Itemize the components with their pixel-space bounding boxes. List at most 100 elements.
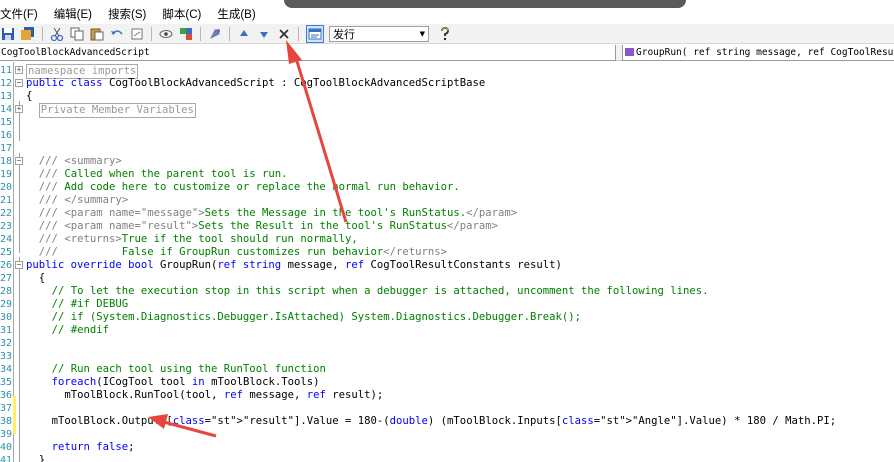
code-line[interactable]: 36 mToolBlock.RunTool(tool, ref message, … bbox=[0, 389, 894, 402]
code-text: /// Add code here to customize or replac… bbox=[38, 181, 460, 193]
code-text: /// <param name="result">Sets the Result… bbox=[38, 220, 499, 232]
code-line[interactable]: 15 bbox=[0, 116, 894, 129]
code-line[interactable]: 39 bbox=[0, 428, 894, 441]
line-number: 37 bbox=[0, 403, 12, 414]
copy-icon[interactable] bbox=[69, 26, 85, 42]
code-line[interactable]: 33 bbox=[0, 350, 894, 363]
undo-icon[interactable] bbox=[109, 26, 125, 42]
code-text: /// <param name="message">Sets the Messa… bbox=[38, 207, 518, 219]
line-number: 18 bbox=[0, 156, 12, 167]
code-line[interactable]: 41} bbox=[0, 454, 894, 462]
code-line[interactable]: 37 bbox=[0, 402, 894, 415]
help-icon[interactable] bbox=[437, 26, 453, 42]
code-line[interactable]: 35 foreach(ICogTool tool in mToolBlock.To… bbox=[0, 376, 894, 389]
collapse-icon[interactable]: − bbox=[15, 261, 23, 269]
menu-file[interactable]: 文件(F) bbox=[0, 6, 46, 22]
menu-bar: 文件(F) 编辑(E) 搜索(S) 脚本(C) 生成(B) bbox=[0, 3, 894, 25]
move-up-icon[interactable] bbox=[236, 26, 252, 42]
member-selector-value: GroupRun( ref string message, ref CogToo… bbox=[636, 47, 894, 58]
method-icon bbox=[625, 48, 634, 56]
code-line[interactable]: 40 return false; bbox=[0, 441, 894, 454]
menu-edit[interactable]: 编辑(E) bbox=[46, 6, 100, 22]
toggle-breakpoint-icon[interactable] bbox=[158, 26, 174, 42]
collapse-icon[interactable]: − bbox=[15, 79, 23, 87]
code-text: return false; bbox=[51, 441, 135, 453]
line-number: 15 bbox=[0, 117, 12, 128]
line-number: 20 bbox=[0, 182, 12, 193]
code-line[interactable]: 26− public override bool GroupRun(ref str… bbox=[0, 259, 894, 272]
line-number: 25 bbox=[0, 247, 12, 258]
code-text: /// <returns>True if the tool should run… bbox=[38, 233, 358, 245]
code-text: /// False if GroupRun customizes run beh… bbox=[38, 246, 447, 258]
expand-icon[interactable]: + bbox=[15, 105, 23, 113]
line-number: 21 bbox=[0, 195, 12, 206]
code-line[interactable]: 29 // #if DEBUG bbox=[0, 298, 894, 311]
cut-icon[interactable] bbox=[49, 26, 65, 42]
code-text: } bbox=[38, 454, 46, 462]
line-number: 24 bbox=[0, 234, 12, 245]
code-text: public override bool GroupRun(ref string… bbox=[26, 259, 562, 271]
code-text: mToolBlock.Outputs[class="st">"result"].… bbox=[51, 415, 837, 427]
class-selector-value: CogToolBlockAdvancedScript bbox=[1, 47, 150, 58]
code-text: /// Called when the parent tool is run. bbox=[38, 168, 288, 180]
code-line[interactable]: 30 // if (System.Diagnostics.Debugger.IsA… bbox=[0, 311, 894, 324]
menu-build[interactable]: 生成(B) bbox=[209, 6, 263, 22]
move-down-icon[interactable] bbox=[256, 26, 272, 42]
code-editor[interactable]: 11 + namespace imports 12− public class CogT… bbox=[0, 62, 894, 462]
paste-icon[interactable] bbox=[89, 26, 105, 42]
menu-script[interactable]: 脚本(C) bbox=[154, 6, 209, 22]
chevron-down-icon: ▼ bbox=[419, 29, 425, 38]
line-number: 19 bbox=[0, 169, 12, 180]
class-selector[interactable]: CogToolBlockAdvancedScript bbox=[0, 45, 616, 61]
code-text: public class CogToolBlockAdvancedScript … bbox=[26, 77, 486, 89]
code-line[interactable]: 14 + Private Member Variables bbox=[0, 103, 894, 118]
collapse-icon[interactable]: − bbox=[15, 157, 23, 165]
toolbar-separator bbox=[298, 26, 299, 41]
code-line[interactable]: 27 { bbox=[0, 272, 894, 285]
code-line[interactable]: 25 /// False if GroupRun customizes run b… bbox=[0, 246, 894, 259]
code-text: // Run each tool using the RunTool funct… bbox=[51, 363, 326, 375]
toolbar-separator bbox=[151, 26, 152, 41]
code-line[interactable]: 28 // To let the execution stop in this s… bbox=[0, 285, 894, 298]
code-line[interactable]: 21 /// </summary> bbox=[0, 194, 894, 207]
code-line[interactable]: 32 bbox=[0, 337, 894, 350]
code-line[interactable]: 13 { bbox=[0, 90, 894, 103]
code-line[interactable]: 31 // #endif bbox=[0, 324, 894, 337]
line-number: 31 bbox=[0, 325, 12, 336]
code-line[interactable]: 11 + namespace imports bbox=[0, 64, 894, 79]
code-line[interactable]: 22 /// <param name="message">Sets the Mes… bbox=[0, 207, 894, 220]
line-number: 33 bbox=[0, 351, 12, 362]
code-line[interactable]: 23 /// <param name="result">Sets the Resu… bbox=[0, 220, 894, 233]
line-number: 29 bbox=[0, 299, 12, 310]
line-number: 41 bbox=[0, 455, 12, 462]
code-line[interactable]: 16 bbox=[0, 129, 894, 142]
code-line[interactable]: 24 /// <returns>True if the tool should r… bbox=[0, 233, 894, 246]
menu-search[interactable]: 搜索(S) bbox=[100, 6, 154, 22]
code-line[interactable]: 20 /// Add code here to customize or repl… bbox=[0, 181, 894, 194]
code-line[interactable]: 34 // Run each tool using the RunTool fun… bbox=[0, 363, 894, 376]
save-all-icon[interactable] bbox=[20, 26, 36, 42]
line-number: 13 bbox=[0, 91, 12, 102]
code-line[interactable]: 38 mToolBlock.Outputs[class="st">"result"… bbox=[0, 415, 894, 428]
code-line[interactable]: 18− /// <summary> bbox=[0, 155, 894, 168]
line-number: 38 bbox=[0, 416, 12, 427]
delete-icon[interactable] bbox=[276, 26, 292, 42]
member-selector[interactable]: GroupRun( ref string message, ref CogToo… bbox=[622, 45, 894, 61]
code-line[interactable]: 17 bbox=[0, 142, 894, 155]
run-icon[interactable] bbox=[178, 26, 194, 42]
save-icon[interactable] bbox=[0, 26, 16, 42]
code-line[interactable]: 19 /// Called when the parent tool is run… bbox=[0, 168, 894, 181]
line-number: 27 bbox=[0, 273, 12, 284]
redo-icon[interactable] bbox=[129, 26, 145, 42]
line-number: 11 bbox=[0, 65, 12, 76]
line-number: 39 bbox=[0, 429, 12, 440]
line-number: 40 bbox=[0, 442, 12, 453]
code-line[interactable]: 12− public class CogToolBlockAdvancedScri… bbox=[0, 77, 894, 90]
debug-icon[interactable] bbox=[207, 26, 223, 42]
code-text: { bbox=[26, 90, 33, 102]
line-number: 28 bbox=[0, 286, 12, 297]
build-configuration-select[interactable]: 发行 ▼ bbox=[329, 25, 429, 42]
build-icon[interactable] bbox=[306, 24, 324, 43]
expand-icon[interactable]: + bbox=[15, 66, 23, 74]
line-number: 35 bbox=[0, 377, 12, 388]
